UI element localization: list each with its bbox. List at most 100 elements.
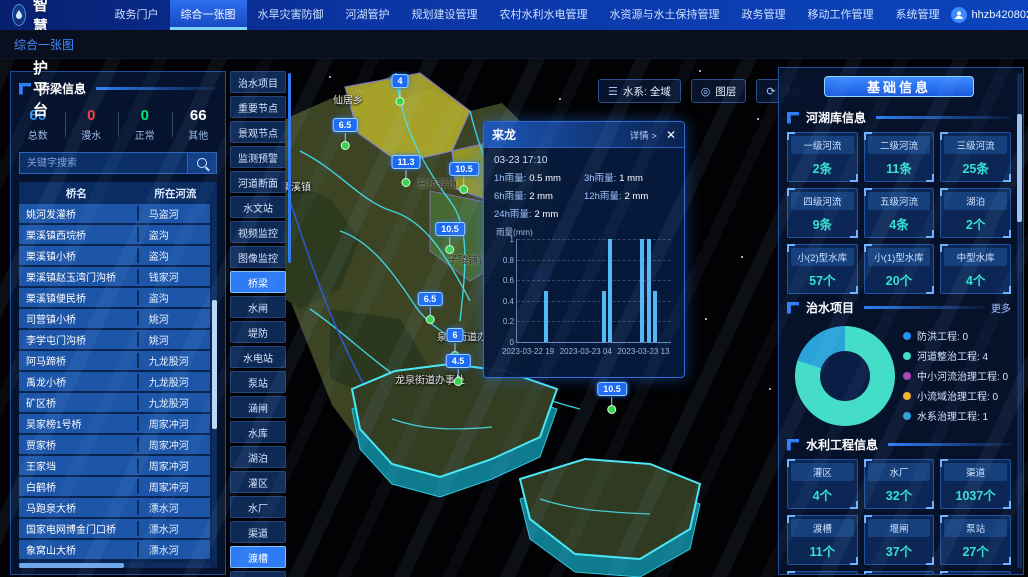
layer-menu-item[interactable]: 渠道 [230,521,286,543]
table-row[interactable]: 吴家榜1号桥周家冲河 [19,414,210,433]
info-card[interactable]: 桥梁66个 [864,571,935,575]
stat-label: 漫水 [65,127,119,142]
gridline [517,342,671,343]
table-row[interactable]: 马跑泉大桥漂水河 [19,498,210,517]
rain-stat-label: 12h雨量: [584,191,622,202]
nav-tab[interactable]: 综合一张图 [170,0,247,30]
map-marker[interactable]: 6.5 [333,115,358,150]
layer-menu-item[interactable]: 涵闸 [230,396,286,418]
map-marker[interactable]: 10.5 [597,379,627,414]
info-card[interactable]: 水厂32个 [864,459,935,509]
info-card[interactable]: 灌区4个 [787,459,858,509]
breadcrumb[interactable]: 综合一张图 [14,36,74,53]
table-row[interactable]: 王家垱周家冲河 [19,456,210,475]
table-horizontal-scrollbar[interactable] [19,563,210,568]
close-icon[interactable]: ✕ [666,129,676,141]
layer-menu-item[interactable]: 渡槽 [230,546,286,568]
map-marker[interactable]: 10.5 [435,219,465,254]
nav-tab[interactable]: 规划建设管理 [401,0,489,30]
layer-menu-item[interactable]: 景观节点 [230,121,286,143]
table-row[interactable]: 姚河发灌桥马盗河 [19,204,210,223]
map-marker[interactable]: 4.5 [446,351,471,386]
layer-menu-item[interactable]: 监测预警 [230,146,286,168]
info-card[interactable]: 渠道1037个 [940,459,1011,509]
nav-tab[interactable]: 水旱灾害防御 [247,0,335,30]
table-row[interactable]: 栗溪镇赵玉湾门沟桥钱家河 [19,267,210,286]
card-label: 中型水库 [944,248,1007,266]
stat-label: 正常 [118,127,172,142]
info-card[interactable]: 泵站27个 [940,515,1011,565]
map-marker[interactable]: 11.3 [391,152,420,187]
layer-menu-item[interactable]: 灌区 [230,471,286,493]
marker-dot-icon [453,377,462,386]
rain-stat: 3h雨量:1 mm [584,170,674,184]
table-vertical-scrollbar[interactable] [212,204,217,561]
nav-tab[interactable]: 政务管理 [731,0,797,30]
table-row[interactable]: 李学屯门沟桥姚河 [19,330,210,349]
layer-menu-item[interactable]: 水厂 [230,496,286,518]
rain-bar [647,239,651,342]
layer-menu-item[interactable]: 水闸 [230,296,286,318]
card-label: 渠道 [944,463,1007,481]
table-row[interactable]: 象窝山大桥漂水河 [19,540,210,559]
table-row[interactable]: 白鹤桥周家冲河 [19,477,210,496]
table-row[interactable]: 禹龙小桥九龙股河 [19,372,210,391]
layer-menu-item[interactable]: 重要节点 [230,96,286,118]
table-row[interactable]: 阿马蹄桥九龙股河 [19,351,210,370]
layer-menu-item[interactable]: 桥梁 [230,271,286,293]
layer-menu-scrollbar[interactable] [288,73,291,263]
layer-menu-item[interactable]: 水文站 [230,196,286,218]
map-marker[interactable]: 6.5 [418,289,443,324]
layer-menu-item[interactable]: 泵站 [230,371,286,393]
nav-tab[interactable]: 系统管理 [885,0,951,30]
popup-details-link[interactable]: 详情 > [630,128,657,142]
map-control-button[interactable]: ☰水系: 全域 [598,79,681,103]
info-card[interactable]: 一级河流2条 [787,132,858,182]
table-row[interactable]: 司营镇小桥姚河 [19,309,210,328]
layer-menu-item[interactable]: 视频监控 [230,221,286,243]
table-row[interactable]: 栗溪镇小桥盗沟 [19,246,210,265]
projects-more-link[interactable]: 更多 [991,300,1011,315]
table-row[interactable]: 国家电网博金门口桥漂水河 [19,519,210,538]
marker-value: 6 [446,328,463,342]
map-marker[interactable]: 10.5 [449,159,479,194]
layer-menu-item[interactable]: 堰闸 [230,571,286,577]
info-card[interactable]: 小(1)型水库20个 [864,244,935,294]
table-row[interactable]: 栗溪镇便民桥盗沟 [19,288,210,307]
info-card[interactable]: 湖泊2个 [940,188,1011,238]
search-input[interactable] [19,152,187,174]
layer-menu-item[interactable]: 水库 [230,421,286,443]
nav-tab[interactable]: 政务门户 [104,0,170,30]
info-card[interactable]: 五级河流4条 [864,188,935,238]
info-card[interactable]: 小(2)型水库57个 [787,244,858,294]
info-card[interactable]: 三级河流25条 [940,132,1011,182]
info-card[interactable]: 堰闸37个 [864,515,935,565]
layer-menu-item[interactable]: 水电站 [230,346,286,368]
table-row[interactable]: 矿区桥九龙股河 [19,393,210,412]
info-card[interactable]: 中型水库4个 [940,244,1011,294]
table-row[interactable]: 栗溪镇西垸桥盗沟 [19,225,210,244]
panel-scrollbar[interactable] [1017,74,1022,568]
user-menu[interactable]: hhzb42080201 ∨ [951,0,1028,30]
map-control-button[interactable]: ◎图层 [691,79,747,103]
layer-menu-item[interactable]: 湖泊 [230,446,286,468]
layer-menu-item[interactable]: 河道断面 [230,171,286,193]
nav-tab[interactable]: 河湖管护 [335,0,401,30]
layer-menu-item[interactable]: 堤防 [230,321,286,343]
breadcrumb-bar: 综合一张图 [0,30,1028,59]
info-card[interactable]: 二级河流11条 [864,132,935,182]
info-card[interactable]: 涵闸47个 [787,571,858,575]
nav-tab[interactable]: 移动工作管理 [797,0,885,30]
layer-menu-item[interactable]: 图像监控 [230,246,286,268]
nav-tab[interactable]: 水资源与水土保持管理 [599,0,731,30]
search-button[interactable] [187,152,217,174]
basic-info-button[interactable]: 基础信息 [824,76,974,97]
layer-menu-item[interactable]: 治水项目 [230,71,286,93]
bridge-name-cell: 阿马蹄桥 [19,353,139,368]
nav-tab[interactable]: 农村水利水电管理 [489,0,599,30]
info-card[interactable]: 渡槽11个 [787,515,858,565]
info-card[interactable]: 水电站3个 [940,571,1011,575]
table-row[interactable]: 贾家桥周家冲河 [19,435,210,454]
map-marker[interactable]: 4 [391,71,408,106]
info-card[interactable]: 四级河流9条 [787,188,858,238]
